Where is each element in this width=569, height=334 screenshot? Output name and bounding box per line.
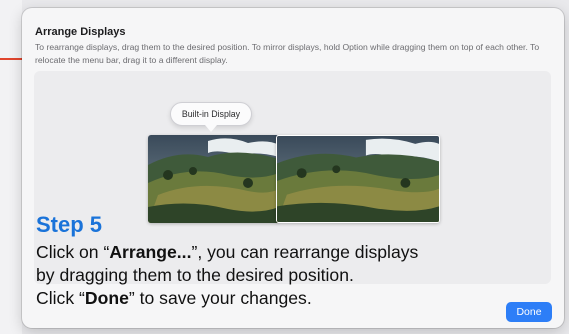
- tooltip-label: Built-in Display: [181, 109, 241, 119]
- tooltip-pointer: [205, 125, 217, 132]
- step-instructions: Click on “Arrange...”, you can rearrange…: [36, 241, 536, 310]
- instruction-line-1: Click on “Arrange...”, you can rearrange…: [36, 242, 419, 262]
- annotation-line: [0, 58, 24, 60]
- hills-wallpaper-image: [277, 136, 439, 222]
- arrange-displays-sheet: Arrange Displays To rearrange displays, …: [22, 8, 564, 328]
- arrange-keyword: Arrange...: [109, 242, 192, 262]
- external-display-thumbnail[interactable]: [276, 135, 440, 223]
- sheet-description: To rearrange displays, drag them to the …: [35, 42, 540, 65]
- sheet-title: Arrange Displays: [35, 26, 126, 38]
- instruction-line-3: Click “Done” to save your changes.: [36, 288, 312, 308]
- background-window: [0, 0, 22, 334]
- hills-wallpaper-image: [148, 135, 279, 223]
- done-button[interactable]: Done: [506, 302, 552, 322]
- step-heading: Step 5: [36, 212, 103, 237]
- built-in-display-thumbnail[interactable]: [148, 135, 279, 223]
- display-name-tooltip: Built-in Display: [170, 102, 252, 126]
- done-keyword: Done: [84, 288, 129, 308]
- instruction-line-2: by dragging them to the desired position…: [36, 265, 354, 285]
